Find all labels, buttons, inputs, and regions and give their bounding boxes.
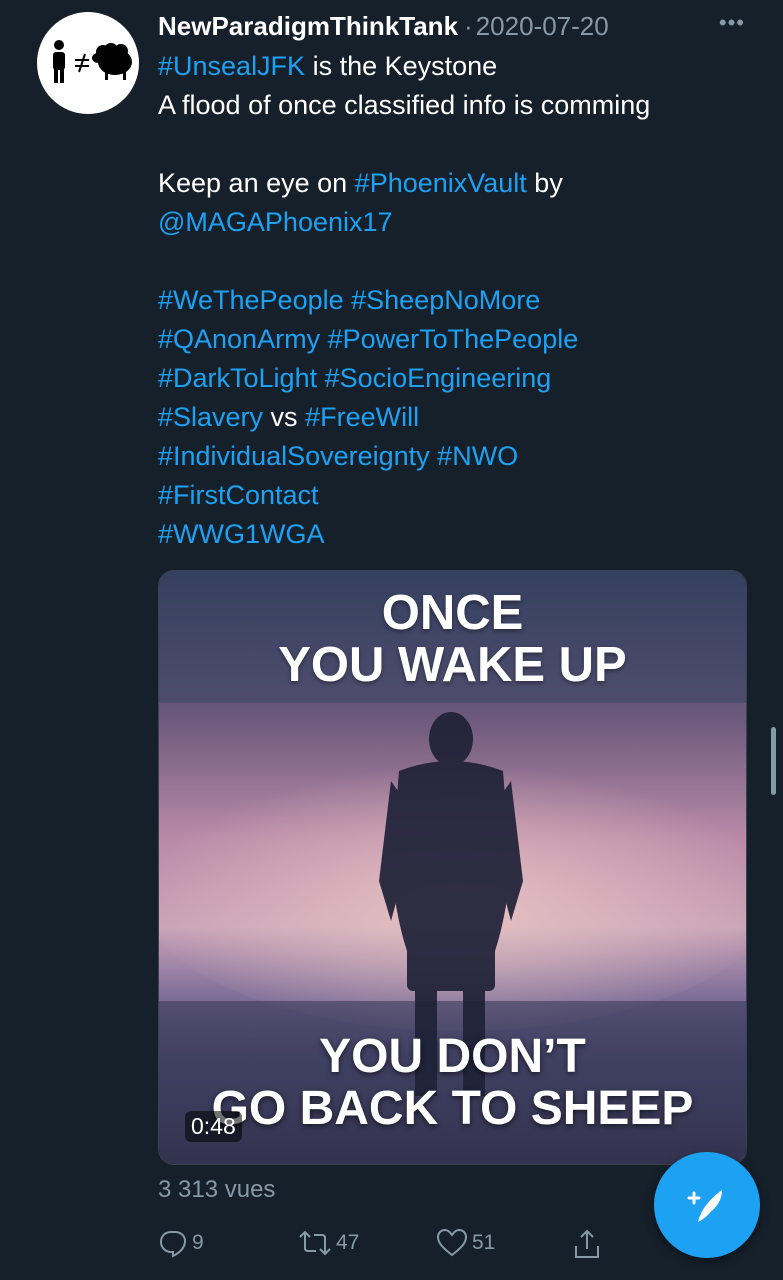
like-count: 51 xyxy=(472,1231,496,1254)
view-count: 3 313 vues xyxy=(158,1176,276,1203)
text: by xyxy=(526,168,563,198)
video-player[interactable]: ONCE YOU WAKE UP YOU DON’T GO BACK TO SH… xyxy=(158,570,747,1165)
hashtag-link[interactable]: #UnsealJFK xyxy=(158,51,305,81)
reply-icon xyxy=(159,1231,187,1258)
tweet-line: Keep an eye on #PhoenixVault by xyxy=(158,164,758,203)
reply-button[interactable]: 9 xyxy=(158,1228,204,1258)
avatar[interactable] xyxy=(37,12,139,114)
mention-link[interactable]: @MAGAPhoenix17 xyxy=(158,203,758,242)
hashtag-link[interactable]: #IndividualSovereignty #NWO xyxy=(158,437,758,476)
retweet-button[interactable]: 47 xyxy=(298,1228,359,1258)
caption-bottom-line2: GO BACK TO SHEEP xyxy=(211,1082,694,1135)
text: Keep an eye on xyxy=(158,168,355,198)
text: vs xyxy=(263,402,306,432)
tweet-date[interactable]: 2020-07-20 xyxy=(476,11,609,42)
video-duration: 0:48 xyxy=(185,1111,242,1142)
text: is the Keystone xyxy=(305,51,498,81)
tweet-line: #Slavery vs #FreeWill xyxy=(158,398,758,437)
hashtag-link[interactable]: #QAnonArmy #PowerToThePeople xyxy=(158,320,758,359)
caption-bottom-line1: YOU DON’T xyxy=(319,1030,586,1083)
heart-icon xyxy=(436,1228,468,1257)
author-name[interactable]: NewParadigmThinkTank xyxy=(158,11,458,42)
like-button[interactable]: 51 xyxy=(436,1228,495,1258)
hashtag-link[interactable]: #Slavery xyxy=(158,402,263,432)
scrollbar[interactable] xyxy=(771,727,776,795)
tweet-line: #UnsealJFK is the Keystone xyxy=(158,47,758,86)
retweet-icon xyxy=(299,1230,331,1256)
retweet-count: 47 xyxy=(336,1231,360,1254)
share-button[interactable] xyxy=(572,1228,606,1260)
hashtag-link[interactable]: #WeThePeople #SheepNoMore xyxy=(158,281,758,320)
tweet-header: NewParadigmThinkTank · 2020-07-20 xyxy=(158,6,753,46)
share-icon xyxy=(575,1229,599,1258)
reply-count: 9 xyxy=(192,1231,204,1254)
compose-tweet-button[interactable] xyxy=(654,1152,760,1258)
hashtag-link[interactable]: #DarkToLight #SocioEngineering xyxy=(158,359,758,398)
hashtag-link[interactable]: #PhoenixVault xyxy=(355,168,527,198)
tweet-text: #UnsealJFK is the Keystone A flood of on… xyxy=(158,47,758,554)
compose-tweet-icon xyxy=(687,1190,722,1222)
separator: · xyxy=(464,10,473,41)
more-options-icon[interactable]: ••• xyxy=(719,10,745,36)
hashtag-link[interactable]: #WWG1WGA xyxy=(158,515,758,554)
caption-top-line1: ONCE xyxy=(381,586,524,640)
caption-top-line2: YOU WAKE UP xyxy=(278,638,627,692)
tweet-actions: 9 47 51 xyxy=(158,1228,718,1264)
hashtag-link[interactable]: #FreeWill xyxy=(305,402,419,432)
person-not-equal-sheep-icon xyxy=(53,40,132,83)
hashtag-link[interactable]: #FirstContact xyxy=(158,476,758,515)
tweet-line: A flood of once classified info is commi… xyxy=(158,90,651,120)
